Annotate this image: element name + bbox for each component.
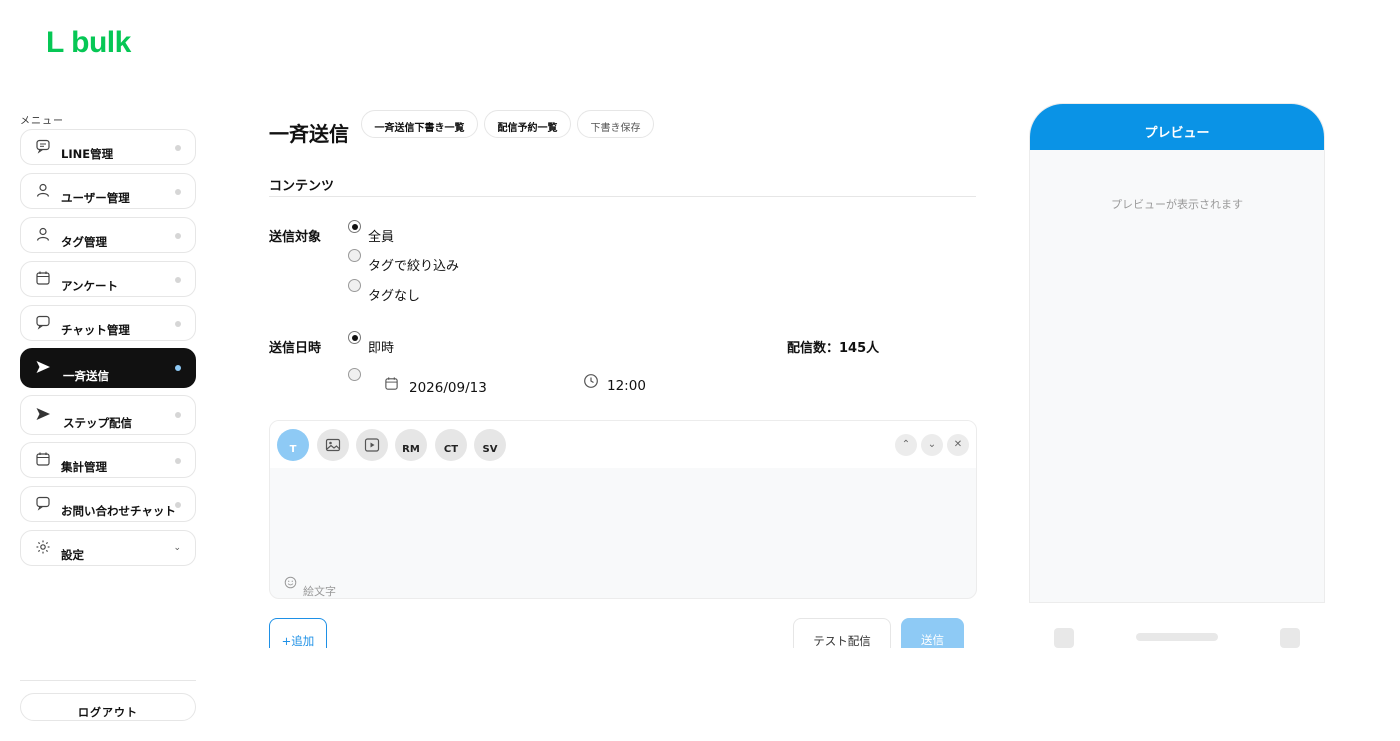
menu-label: メニュー [20, 116, 64, 127]
add-button[interactable]: +追加 [269, 618, 327, 648]
page-title: 一斉送信 [269, 122, 349, 146]
sidebar-item-survey[interactable]: アンケート [20, 261, 196, 297]
logout-button[interactable]: ログアウト [20, 693, 196, 721]
radio-target-tag-filter[interactable] [348, 249, 361, 262]
divider [269, 196, 976, 197]
sidebar-item-label: 設定 [61, 548, 84, 562]
chat-bubble-icon [36, 139, 50, 154]
sidebar-item-inquiry-chat[interactable]: お問い合わせチャット [20, 486, 196, 522]
status-dot [175, 233, 181, 239]
send-icon [36, 361, 50, 373]
status-dot [175, 145, 181, 151]
section-heading: コンテンツ [269, 179, 335, 194]
chat-bubble-icon [36, 315, 50, 330]
status-dot [175, 189, 181, 195]
radio-schedule-datetime[interactable] [348, 368, 361, 381]
sidebar-item-label: LINE管理 [61, 147, 114, 161]
preview-title: プレビュー [1030, 104, 1324, 150]
sidebar-item-line[interactable]: LINE管理 [20, 129, 196, 165]
sidebar-item-label: ユーザー管理 [61, 191, 130, 205]
sidebar-item-label: 集計管理 [61, 460, 107, 474]
emoji-label[interactable]: 絵文字 [303, 583, 336, 598]
user-icon [36, 183, 50, 197]
sidebar-item-label: チャット管理 [61, 323, 130, 337]
image-tool-button[interactable] [317, 429, 349, 461]
app-logo: L bulk [46, 26, 131, 59]
sidebar-item-label: 一斉送信 [63, 369, 109, 383]
sidebar-item-chat[interactable]: チャット管理 [20, 305, 196, 341]
phone-menu-icon [1280, 628, 1300, 648]
delivery-count: 配信数：145人 [787, 341, 880, 356]
preview-panel: プレビュー プレビューが表示されます [1029, 103, 1325, 603]
status-dot [175, 277, 181, 283]
status-dot [175, 458, 181, 464]
time-input[interactable]: 12:00 [607, 378, 646, 394]
chevron-down-icon[interactable]: ⌄ [921, 434, 943, 456]
radio-label: 全員 [368, 230, 395, 245]
radio-label: タグで絞り込み [368, 259, 460, 274]
send-icon [36, 408, 50, 420]
sidebar-item-broadcast[interactable]: 一斉送信 [20, 348, 196, 388]
calendar-icon [385, 377, 398, 390]
editor-toolbar: T RM CT SV ⌃ ⌄ ✕ [270, 421, 976, 468]
gear-icon [36, 540, 50, 554]
sidebar-item-label: タグ管理 [61, 235, 107, 249]
sidebar-item-label: お問い合わせチャット [61, 504, 176, 518]
calendar-icon [36, 452, 50, 466]
carousel-tool-button[interactable]: CT [435, 429, 467, 461]
sidebar-item-analytics[interactable]: 集計管理 [20, 442, 196, 478]
sidebar-item-tags[interactable]: タグ管理 [20, 217, 196, 253]
sidebar-item-label: アンケート [61, 279, 119, 293]
emoji-icon[interactable] [284, 576, 297, 589]
schedule-label: 送信日時 [269, 341, 322, 356]
status-dot [175, 365, 181, 371]
date-input[interactable]: 2026/09/13 [409, 380, 487, 396]
rich-menu-tool-button[interactable]: RM [395, 429, 427, 461]
image-icon [325, 438, 341, 452]
survey-tool-button[interactable]: SV [474, 429, 506, 461]
chevron-up-icon[interactable]: ⌃ [895, 434, 917, 456]
message-editor[interactable]: T RM CT SV ⌃ ⌄ ✕ 絵文字 [269, 420, 977, 599]
close-icon[interactable]: ✕ [947, 434, 969, 456]
sidebar-item-label: ステップ配信 [63, 416, 132, 430]
status-dot [175, 321, 181, 327]
status-dot [175, 502, 181, 508]
sidebar-item-users[interactable]: ユーザー管理 [20, 173, 196, 209]
chat-bubble-icon [36, 496, 50, 511]
radio-label: 即時 [368, 341, 395, 356]
sidebar-item-settings[interactable]: 設定 ⌄ [20, 530, 196, 566]
user-icon [36, 227, 50, 241]
test-send-button[interactable]: テスト配信 [793, 618, 891, 648]
sidebar-item-step-delivery[interactable]: ステップ配信 [20, 395, 196, 435]
status-dot [175, 412, 181, 418]
clock-icon [584, 374, 598, 388]
chevron-down-icon: ⌄ [173, 543, 181, 553]
target-label: 送信対象 [269, 230, 322, 245]
radio-label: タグなし [368, 289, 421, 304]
send-button[interactable]: 送信 [901, 618, 964, 648]
radio-target-all[interactable] [348, 220, 361, 233]
draft-list-button[interactable]: 一斉送信下書き一覧 [361, 110, 478, 138]
save-draft-button[interactable]: 下書き保存 [577, 110, 654, 138]
phone-home-bar [1136, 633, 1218, 641]
phone-back-icon [1054, 628, 1074, 648]
text-tool-button[interactable]: T [277, 429, 309, 461]
divider [20, 680, 196, 681]
video-icon [364, 438, 380, 452]
radio-target-no-tag[interactable] [348, 279, 361, 292]
video-tool-button[interactable] [356, 429, 388, 461]
radio-schedule-immediate[interactable] [348, 331, 361, 344]
calendar-icon [36, 271, 50, 285]
schedule-list-button[interactable]: 配信予約一覧 [484, 110, 571, 138]
preview-empty-text: プレビューが表示されます [1111, 198, 1243, 211]
